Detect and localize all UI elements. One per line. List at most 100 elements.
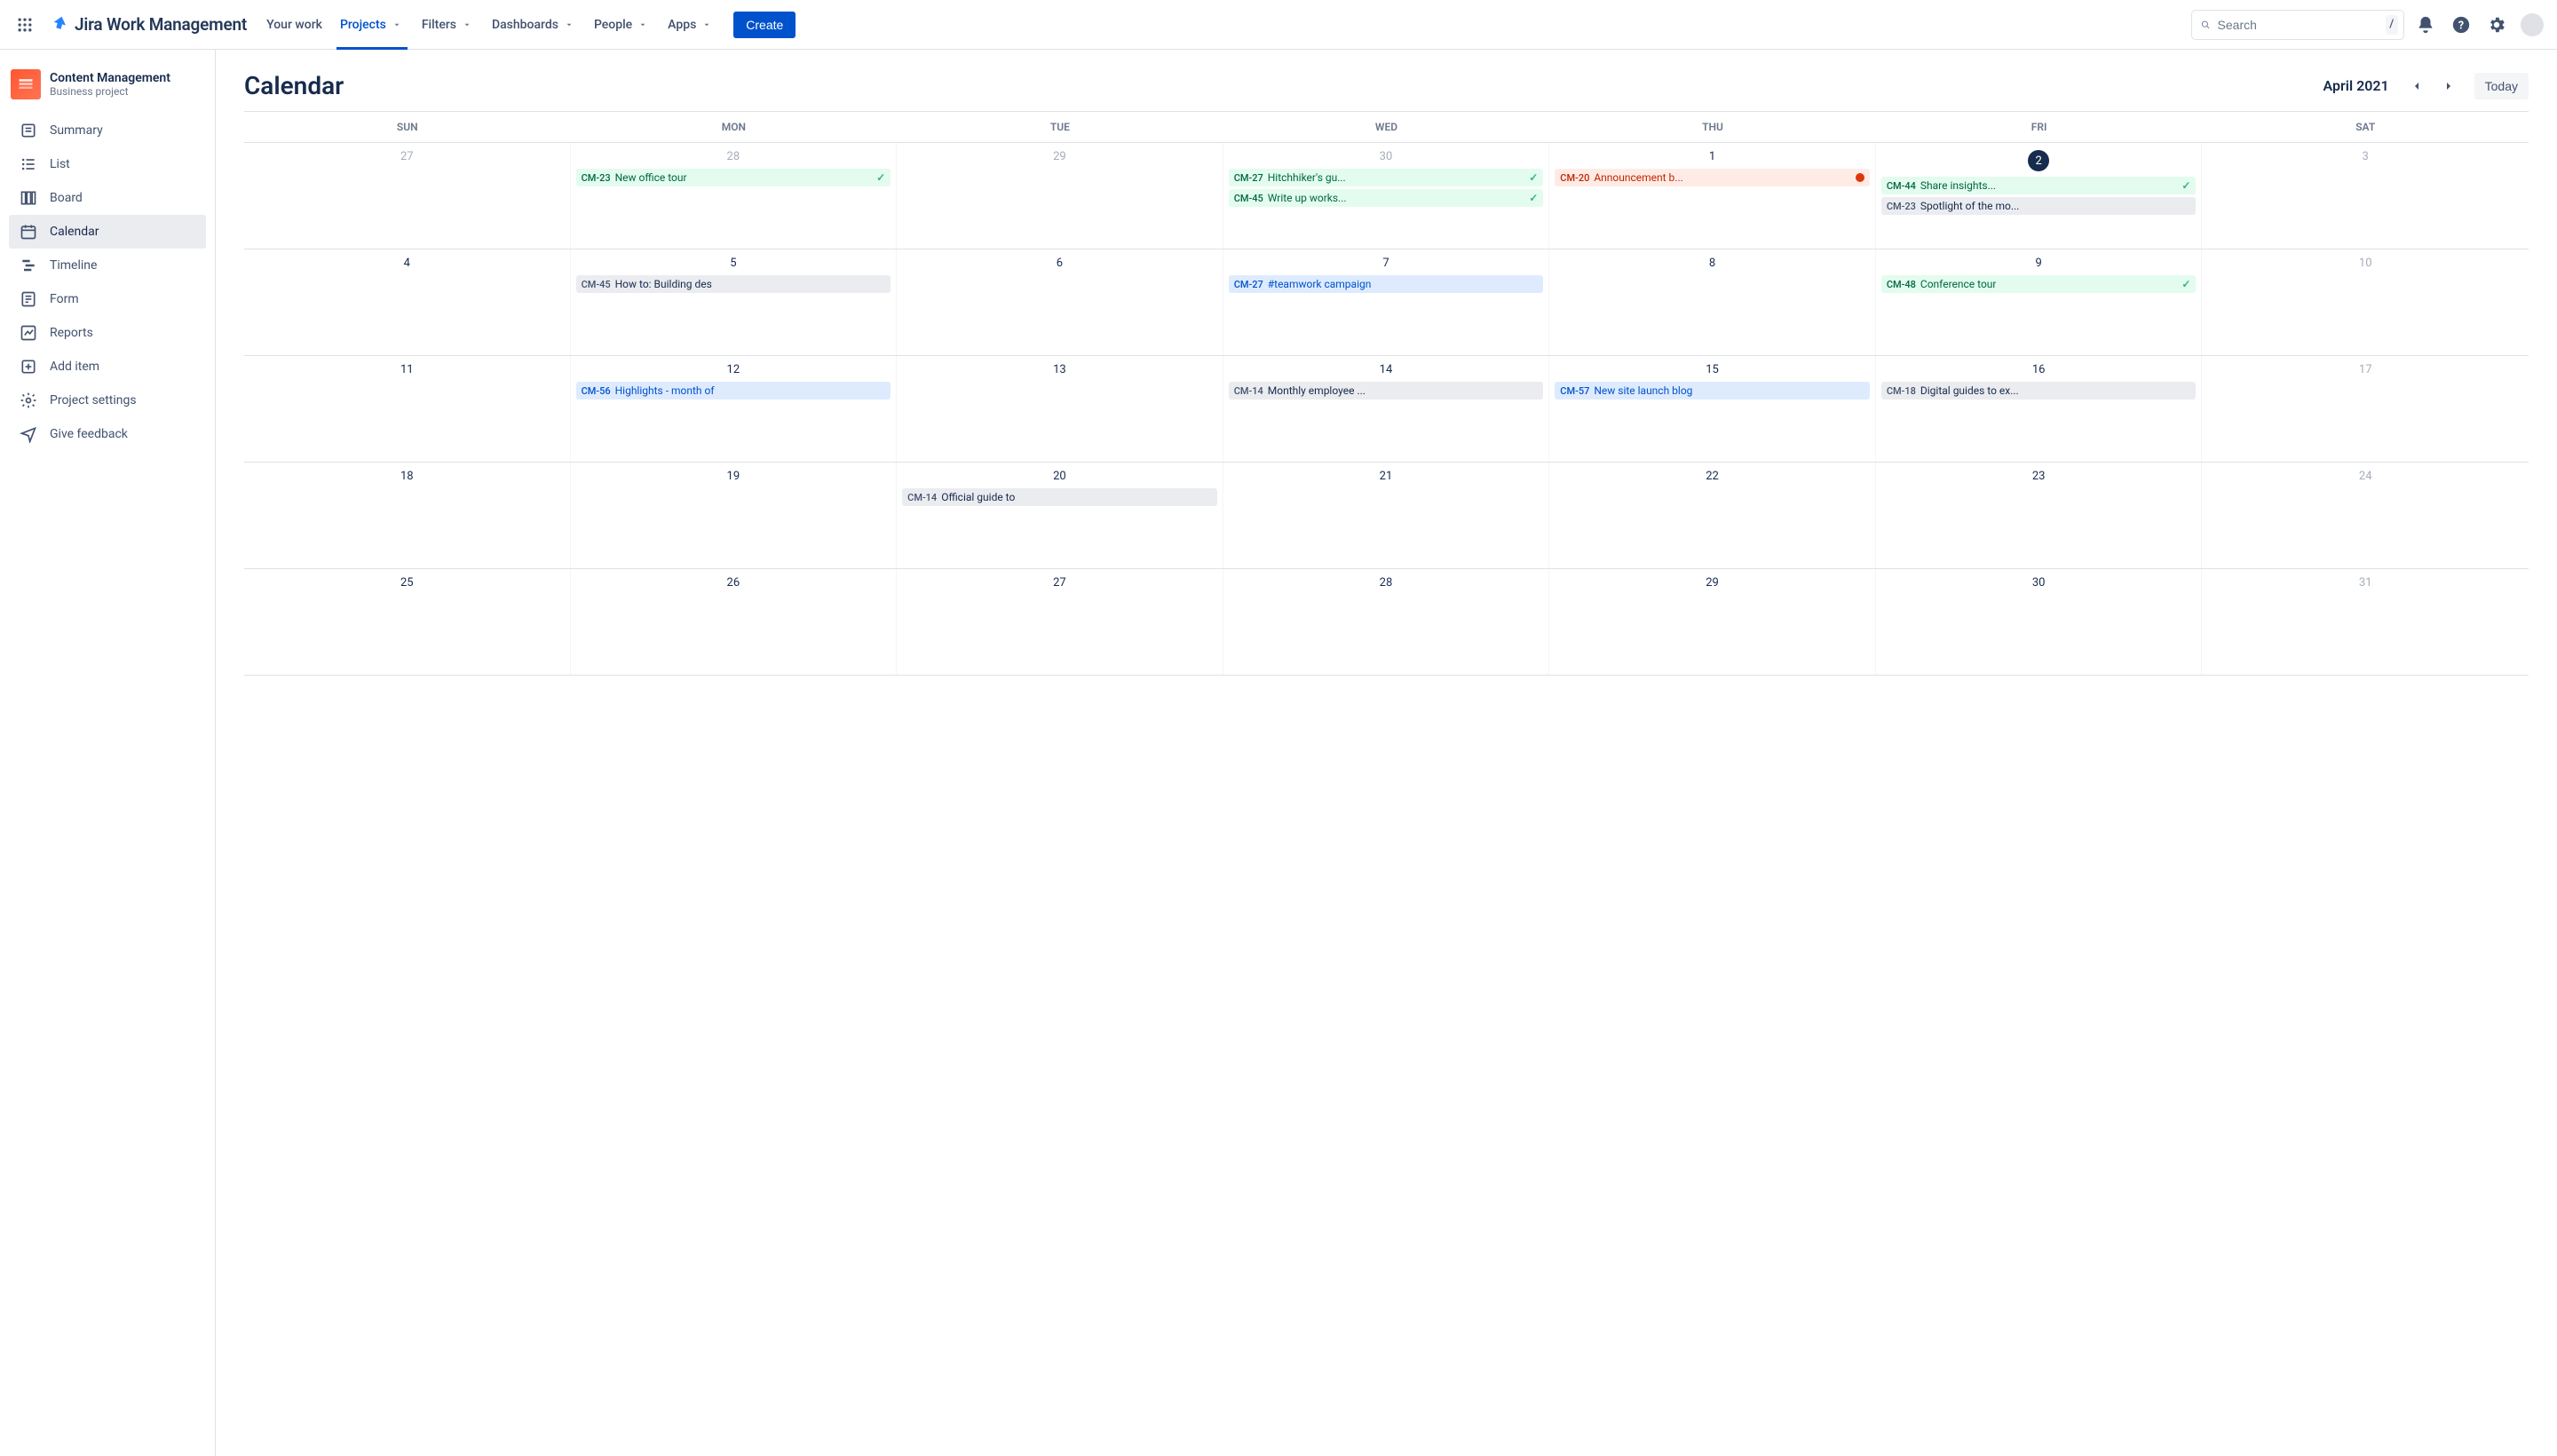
day-number: 10 bbox=[2207, 253, 2523, 275]
sidebar-item-board[interactable]: Board bbox=[9, 181, 206, 215]
day-cell[interactable]: 28CM-23New office tour✓ bbox=[571, 143, 898, 249]
next-month-button[interactable] bbox=[2435, 73, 2462, 99]
day-cell[interactable]: 16CM-18Digital guides to ex... bbox=[1876, 356, 2203, 462]
day-cell[interactable]: 28 bbox=[1223, 569, 1550, 675]
day-cell[interactable]: 8 bbox=[1549, 249, 1876, 355]
profile-avatar[interactable] bbox=[2518, 11, 2546, 39]
day-cell[interactable]: 11 bbox=[244, 356, 571, 462]
day-cell[interactable]: 7CM-27#teamwork campaign bbox=[1223, 249, 1550, 355]
calendar-event[interactable]: CM-45How to: Building des bbox=[576, 275, 891, 293]
board-icon bbox=[20, 189, 37, 207]
sidebar-item-list[interactable]: List bbox=[9, 147, 206, 181]
help-icon[interactable]: ? bbox=[2447, 11, 2475, 39]
sidebar-item-timeline[interactable]: Timeline bbox=[9, 249, 206, 282]
sidebar-item-summary[interactable]: Summary bbox=[9, 114, 206, 147]
day-number: 22 bbox=[1555, 466, 1870, 488]
day-number: 30 bbox=[1881, 573, 2197, 595]
day-cell[interactable]: 30 bbox=[1876, 569, 2203, 675]
day-cell[interactable]: 29 bbox=[1549, 569, 1876, 675]
sidebar-item-form[interactable]: Form bbox=[9, 282, 206, 316]
calendar-event[interactable]: CM-27#teamwork campaign bbox=[1229, 275, 1544, 293]
day-cell[interactable]: 24 bbox=[2202, 463, 2529, 568]
calendar-event[interactable]: CM-14Official guide to bbox=[902, 488, 1217, 506]
event-key: CM-18 bbox=[1887, 385, 1916, 397]
create-button[interactable]: Create bbox=[733, 12, 796, 38]
day-cell[interactable]: 23 bbox=[1876, 463, 2203, 568]
dow-header: WED bbox=[1223, 112, 1550, 143]
calendar-event[interactable]: CM-23Spotlight of the mo... bbox=[1881, 197, 2197, 215]
calendar-event[interactable]: CM-57New site launch blog bbox=[1555, 382, 1870, 400]
day-cell[interactable]: 20CM-14Official guide to bbox=[897, 463, 1223, 568]
sidebar-item-reports[interactable]: Reports bbox=[9, 316, 206, 350]
nav-item-people[interactable]: People bbox=[585, 0, 659, 50]
day-number: 28 bbox=[1229, 573, 1544, 595]
calendar-event[interactable]: CM-14Monthly employee ... bbox=[1229, 382, 1544, 400]
calendar-event[interactable]: CM-27Hitchhiker's gu...✓ bbox=[1229, 169, 1544, 186]
prev-month-button[interactable] bbox=[2403, 73, 2430, 99]
day-cell[interactable]: 22 bbox=[1549, 463, 1876, 568]
product-logo[interactable]: Jira Work Management bbox=[43, 14, 254, 35]
nav-item-dashboards[interactable]: Dashboards bbox=[483, 0, 585, 50]
day-cell[interactable]: 1CM-20Announcement b... bbox=[1549, 143, 1876, 249]
nav-label: Projects bbox=[340, 18, 386, 32]
event-key: CM-56 bbox=[582, 385, 611, 397]
settings-icon[interactable] bbox=[2482, 11, 2511, 39]
calendar-event[interactable]: CM-44Share insights...✓ bbox=[1881, 177, 2197, 194]
sidebar-item-add-item[interactable]: Add item bbox=[9, 350, 206, 384]
day-cell[interactable]: 30CM-27Hitchhiker's gu...✓CM-45Write up … bbox=[1223, 143, 1550, 249]
nav-item-projects[interactable]: Projects bbox=[331, 0, 413, 50]
day-cell[interactable]: 26 bbox=[571, 569, 898, 675]
day-cell[interactable]: 9CM-48Conference tour✓ bbox=[1876, 249, 2203, 355]
day-cell[interactable]: 19 bbox=[571, 463, 898, 568]
sidebar-item-project-settings[interactable]: Project settings bbox=[9, 384, 206, 417]
day-cell[interactable]: 15CM-57New site launch blog bbox=[1549, 356, 1876, 462]
nav-item-filters[interactable]: Filters bbox=[413, 0, 483, 50]
search-box[interactable]: / bbox=[2191, 10, 2404, 40]
day-cell[interactable]: 13 bbox=[897, 356, 1223, 462]
nav-label: Your work bbox=[266, 18, 322, 32]
day-cell[interactable]: 29 bbox=[897, 143, 1223, 249]
product-name: Jira Work Management bbox=[75, 14, 247, 35]
search-input[interactable] bbox=[2218, 18, 2379, 32]
event-key: CM-57 bbox=[1560, 385, 1589, 397]
day-number: 23 bbox=[1881, 466, 2197, 488]
calendar-event[interactable]: CM-56Highlights - month of bbox=[576, 382, 891, 400]
nav-item-apps[interactable]: Apps bbox=[659, 0, 723, 50]
nav-item-your-work[interactable]: Your work bbox=[257, 0, 331, 50]
sidebar-item-give-feedback[interactable]: Give feedback bbox=[9, 417, 206, 451]
sidebar-item-label: Summary bbox=[50, 123, 103, 138]
day-cell[interactable]: 5CM-45How to: Building des bbox=[571, 249, 898, 355]
sidebar-item-label: Form bbox=[50, 292, 79, 306]
day-number: 14 bbox=[1229, 360, 1544, 382]
calendar-event[interactable]: CM-45Write up works...✓ bbox=[1229, 189, 1544, 207]
day-cell[interactable]: 3 bbox=[2202, 143, 2529, 249]
calendar-event[interactable]: CM-48Conference tour✓ bbox=[1881, 275, 2197, 293]
day-cell[interactable]: 27 bbox=[244, 143, 571, 249]
day-cell[interactable]: 12CM-56Highlights - month of bbox=[571, 356, 898, 462]
sidebar-item-calendar[interactable]: Calendar bbox=[9, 215, 206, 249]
app-switcher-icon[interactable] bbox=[11, 11, 39, 39]
day-cell[interactable]: 17 bbox=[2202, 356, 2529, 462]
dow-header: SUN bbox=[244, 112, 571, 143]
calendar-event[interactable]: CM-23New office tour✓ bbox=[576, 169, 891, 186]
day-cell[interactable]: 2CM-44Share insights...✓CM-23Spotlight o… bbox=[1876, 143, 2203, 249]
day-cell[interactable]: 27 bbox=[897, 569, 1223, 675]
day-cell[interactable]: 18 bbox=[244, 463, 571, 568]
day-cell[interactable]: 6 bbox=[897, 249, 1223, 355]
check-icon: ✓ bbox=[876, 171, 885, 184]
day-cell[interactable]: 21 bbox=[1223, 463, 1550, 568]
calendar-event[interactable]: CM-20Announcement b... bbox=[1555, 169, 1870, 186]
day-cell[interactable]: 4 bbox=[244, 249, 571, 355]
day-number: 26 bbox=[576, 573, 891, 595]
day-cell[interactable]: 14CM-14Monthly employee ... bbox=[1223, 356, 1550, 462]
day-cell[interactable]: 31 bbox=[2202, 569, 2529, 675]
day-cell[interactable]: 10 bbox=[2202, 249, 2529, 355]
notifications-icon[interactable] bbox=[2411, 11, 2440, 39]
event-key: CM-45 bbox=[1234, 193, 1263, 204]
today-button[interactable]: Today bbox=[2474, 73, 2529, 99]
day-cell[interactable]: 25 bbox=[244, 569, 571, 675]
project-header[interactable]: Content Management Business project bbox=[9, 67, 206, 114]
page-title: Calendar bbox=[244, 71, 344, 100]
event-title: Announcement b... bbox=[1594, 171, 1682, 184]
calendar-event[interactable]: CM-18Digital guides to ex... bbox=[1881, 382, 2197, 400]
